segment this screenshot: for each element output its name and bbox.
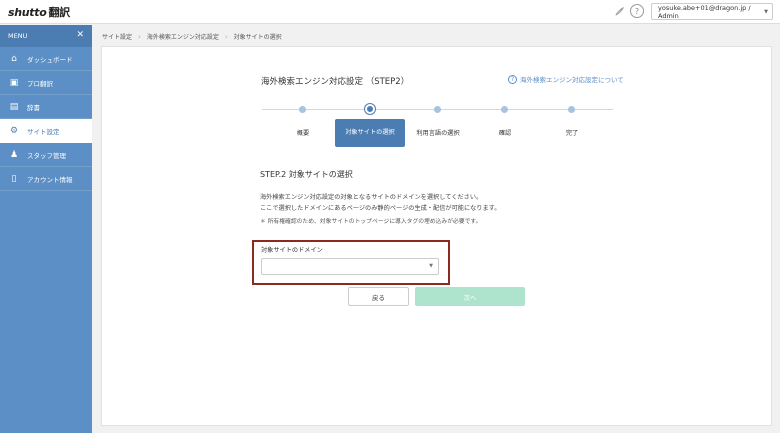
account-icon: ▯ — [11, 173, 17, 184]
step-label-overview: 概要 — [296, 130, 310, 137]
sidebar-item-label: プロ翻訳 — [27, 79, 53, 88]
sidebar-item-pro-translation[interactable]: ▣ プロ翻訳 — [0, 71, 92, 95]
close-icon[interactable]: ✕ — [76, 30, 84, 40]
domain-select[interactable]: ▼ — [261, 258, 439, 275]
rocket-icon[interactable] — [612, 4, 626, 18]
dashboard-icon: ⌂ — [11, 53, 17, 64]
top-header: shutto 翻訳 ? yosuke.abe+01@dragon.jp / Adm… — [0, 0, 780, 24]
sidebar-item-label: スタッフ管理 — [27, 151, 66, 160]
step-label-target-site: 対象サイトの選択 — [335, 119, 405, 147]
chevron-down-icon: ▼ — [764, 9, 768, 15]
step-label-confirm: 確認 — [498, 130, 512, 137]
step-dot-complete — [568, 106, 575, 113]
next-button[interactable]: 次へ — [415, 287, 525, 306]
help-link-label: 海外検索エンジン対応設定について — [520, 76, 624, 84]
ownership-note: ＊ 所有権確認のため、対象サイトのトップページに導入タグの埋め込みが必要です。 — [260, 219, 482, 225]
step-dot-language — [434, 106, 441, 113]
breadcrumb-item-site-settings[interactable]: サイト設定 — [102, 32, 132, 41]
step-label-complete: 完了 — [565, 130, 579, 137]
description: 海外検索エンジン対応設定の対象となるサイトのドメインを選択してください。 ここで… — [260, 192, 500, 214]
help-icon[interactable]: ? — [630, 4, 644, 18]
user-menu[interactable]: yosuke.abe+01@dragon.jp / Admin ▼ — [651, 3, 773, 20]
logo-brand: shutto — [8, 6, 47, 19]
section-title: STEP.2 対象サイトの選択 — [260, 170, 353, 179]
dictionary-icon: ▤ — [9, 101, 19, 112]
sidebar-item-dashboard[interactable]: ⌂ ダッシュボード — [0, 47, 92, 71]
step-dot-overview — [299, 106, 306, 113]
sidebar-item-label: ダッシュボード — [27, 55, 73, 64]
step-dot-confirm — [501, 106, 508, 113]
chevron-down-icon: ▼ — [429, 263, 433, 269]
sidebar-item-label: 辞書 — [27, 103, 40, 112]
breadcrumb-item-current: 対象サイトの選択 — [233, 34, 282, 41]
chevron-right-icon: › — [138, 32, 141, 41]
step-label-language: 利用言語の選択 — [416, 130, 460, 137]
back-button[interactable]: 戻る — [348, 287, 409, 306]
sidebar-item-dictionary[interactable]: ▤ 辞書 — [0, 95, 92, 119]
description-line-1: 海外検索エンジン対応設定の対象となるサイトのドメインを選択してください。 — [260, 194, 483, 201]
help-circle-icon: ? — [508, 74, 517, 84]
pro-translation-icon: ▣ — [9, 77, 19, 88]
sidebar-item-account[interactable]: ▯ アカウント情報 — [0, 167, 92, 191]
breadcrumb: サイト設定 › 海外検索エンジン対応設定 › 対象サイトの選択 — [102, 32, 282, 42]
sidebar-item-label: アカウント情報 — [27, 175, 73, 184]
sidebar-menu-header: MENU ✕ — [0, 25, 92, 47]
sidebar-item-site-settings[interactable]: ⚙ サイト設定 — [0, 119, 92, 143]
page-title: 海外検索エンジン対応設定 （STEP2） — [261, 77, 410, 87]
chevron-right-icon: › — [224, 32, 228, 41]
staff-icon: ♟ — [9, 149, 19, 160]
gear-icon: ⚙ — [9, 125, 19, 136]
description-line-2: ここで選択したドメインにあるページのみ静的ページの生成・配信が可能になります。 — [260, 205, 501, 212]
main-panel: 海外検索エンジン対応設定 （STEP2） ? 海外検索エンジン対応設定について … — [101, 46, 772, 426]
user-label: yosuke.abe+01@dragon.jp / Admin — [658, 3, 751, 20]
app-logo[interactable]: shutto 翻訳 — [8, 4, 70, 20]
help-link[interactable]: ? 海外検索エンジン対応設定について — [508, 74, 624, 84]
sidebar-item-label: サイト設定 — [27, 127, 60, 136]
sidebar: MENU ✕ ⌂ ダッシュボード ▣ プロ翻訳 ▤ 辞書 ⚙ サイト設定 ♟ ス… — [0, 25, 92, 433]
step-dot-target-site — [365, 104, 375, 114]
sidebar-item-staff[interactable]: ♟ スタッフ管理 — [0, 143, 92, 167]
domain-field-label: 対象サイトのドメイン — [261, 247, 323, 254]
menu-label: MENU — [8, 32, 28, 40]
breadcrumb-item-seo-settings[interactable]: 海外検索エンジン対応設定 — [147, 32, 219, 41]
logo-product: 翻訳 — [48, 6, 70, 19]
